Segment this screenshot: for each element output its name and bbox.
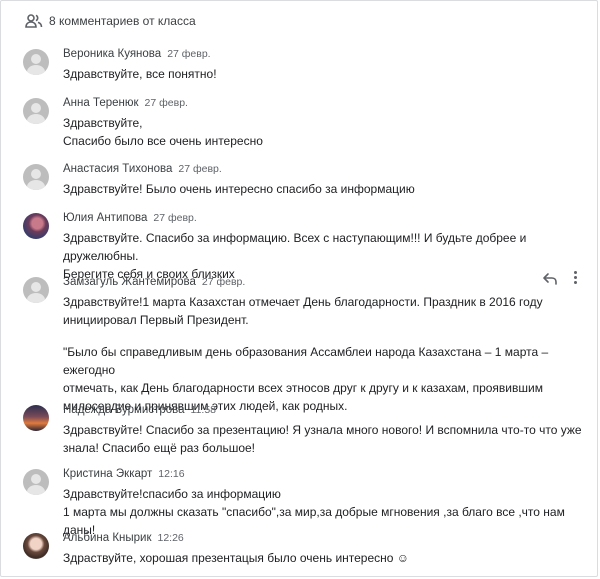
avatar[interactable]: [23, 213, 49, 239]
reply-icon[interactable]: [541, 269, 559, 287]
comment-date: 12:26: [157, 532, 184, 544]
comment-author: Замзагуль Жантемирова: [63, 276, 196, 288]
avatar[interactable]: [23, 49, 49, 75]
comment-text: Здравствуйте! Спасибо за презентацию! Я …: [63, 423, 582, 455]
comment-author: Кристина Эккарт: [63, 468, 153, 480]
comment-author: Вероника Куянова: [63, 48, 162, 60]
comment-date: 27 февр.: [178, 163, 222, 175]
comment-author: Альбина Кнырик: [63, 532, 152, 544]
avatar[interactable]: [23, 469, 49, 495]
comment-date: 11:58: [190, 404, 217, 416]
comment-text: Здравствуйте, Спасибо было все очень инт…: [63, 116, 263, 148]
comment-author: Надежда Бурмистрова: [63, 404, 185, 416]
comment-date: 27 февр.: [201, 276, 246, 288]
comment-text: Здравствуйте!1 марта Казахстан отмечает …: [63, 295, 543, 327]
avatar[interactable]: [23, 277, 49, 303]
comment-author: Анна Теренюк: [63, 97, 139, 109]
avatar[interactable]: [23, 98, 49, 124]
avatar[interactable]: [23, 164, 49, 190]
avatar[interactable]: [23, 405, 49, 431]
comments-header: 8 комментариев от класса: [1, 1, 597, 41]
avatar[interactable]: [23, 533, 49, 559]
comment-text: Здравствуйте, все понятно!: [63, 67, 217, 81]
more-vert-icon[interactable]: [567, 269, 583, 287]
comment-date: 12:16: [158, 468, 185, 480]
comment-date: 27 февр.: [167, 48, 211, 60]
comment-author: Юлия Антипова: [63, 212, 148, 224]
comment-text: Здраствуйте, хорошая презентацыя было оч…: [63, 551, 410, 565]
class-comments-panel: 8 комментариев от класса Вероника Куянов…: [0, 0, 598, 577]
comment-date: 27 февр.: [144, 97, 188, 109]
comment-author: Анастасия Тихонова: [63, 163, 173, 175]
people-icon: [25, 13, 43, 29]
comment-date: 27 февр.: [153, 212, 197, 224]
comment-text: Здравствуйте! Было очень интересно спаси…: [63, 182, 415, 196]
comment-count-label: 8 комментариев от класса: [49, 14, 196, 28]
